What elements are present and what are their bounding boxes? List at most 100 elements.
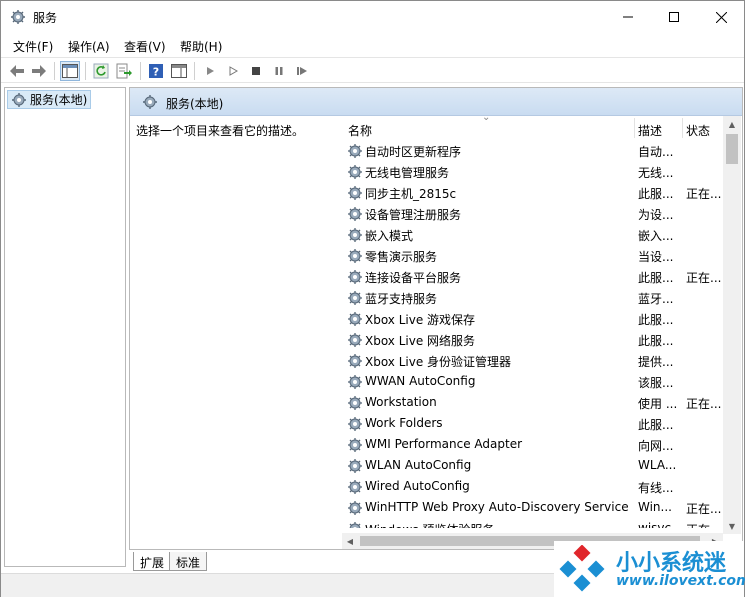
stop-service-button[interactable] xyxy=(246,61,266,81)
service-row[interactable]: Work Folders 此服... xyxy=(342,413,724,434)
services-window: 服务 文件(F) 操作(A) 查看(V) 帮助(H) ? 服务(本地) 服务(本… xyxy=(0,0,745,597)
watermark: 小小系统迷 www.ilovext.com xyxy=(554,541,745,597)
service-row[interactable]: WLAN AutoConfig WLA... xyxy=(342,455,724,476)
tree-item-services-local[interactable]: 服务(本地) xyxy=(7,90,91,109)
vertical-scroll-thumb[interactable] xyxy=(726,134,738,164)
service-row[interactable]: Xbox Live 游戏保存 此服... xyxy=(342,308,724,329)
export-list-button[interactable] xyxy=(114,61,134,81)
service-status: 正在... xyxy=(686,502,722,516)
scroll-up-icon[interactable]: ▲ xyxy=(723,116,741,132)
service-description: 此服... xyxy=(638,334,674,348)
service-row[interactable]: Xbox Live 网络服务 此服... xyxy=(342,329,724,350)
menu-view[interactable]: 查看(V) xyxy=(124,38,166,55)
service-name: Xbox Live 游戏保存 xyxy=(365,313,476,327)
refresh-button[interactable] xyxy=(91,61,111,81)
column-header-name[interactable]: 名称 xyxy=(348,122,372,139)
back-button[interactable] xyxy=(7,61,27,81)
console-tree-icon xyxy=(62,64,78,78)
service-name: 零售演示服务 xyxy=(365,250,438,264)
properties-view-button[interactable] xyxy=(169,61,189,81)
service-row[interactable]: WMI Performance Adapter 向网... xyxy=(342,434,724,455)
start-service-button[interactable] xyxy=(200,61,220,81)
service-row[interactable]: 蓝牙支持服务 蓝牙... xyxy=(342,287,724,308)
play-icon xyxy=(207,67,214,75)
forward-button[interactable] xyxy=(29,61,49,81)
menu-action[interactable]: 操作(A) xyxy=(68,38,110,55)
minimize-button[interactable] xyxy=(605,1,651,33)
toolbar-separator xyxy=(140,62,141,80)
tab-extended[interactable]: 扩展 xyxy=(133,552,172,571)
vertical-scrollbar[interactable]: ▲ ▼ xyxy=(723,116,741,534)
menu-help[interactable]: 帮助(H) xyxy=(180,38,222,55)
tab-standard[interactable]: 标准 xyxy=(169,552,208,571)
service-description: 向网... xyxy=(638,439,674,453)
gear-icon xyxy=(11,10,25,24)
service-row[interactable]: WWAN AutoConfig 该服... xyxy=(342,371,724,392)
svg-text:?: ? xyxy=(153,66,159,79)
arrow-left-icon xyxy=(10,65,24,77)
services-list: 自动时区更新程序 自动... 无线电管理服务 无线... 同步主机_2815c 此服...… xyxy=(342,140,724,528)
sort-arrow-icon: ⌄ xyxy=(482,112,491,123)
close-button[interactable] xyxy=(698,1,744,33)
service-description: 此服... xyxy=(638,187,674,201)
service-row[interactable]: 设备管理注册服务 为设... xyxy=(342,203,724,224)
show-hide-tree-button[interactable] xyxy=(60,61,80,81)
service-name: WLAN AutoConfig xyxy=(365,458,472,472)
column-separator[interactable] xyxy=(634,118,635,138)
service-row[interactable]: 自动时区更新程序 自动... xyxy=(342,140,724,161)
service-gear-icon xyxy=(348,186,362,200)
help-button[interactable]: ? xyxy=(146,61,166,81)
scroll-down-icon[interactable]: ▼ xyxy=(723,518,741,534)
window-title: 服务 xyxy=(33,11,58,25)
service-row[interactable]: Windows 预览体验服务 wisvc 正在... xyxy=(342,518,724,528)
service-name: Work Folders xyxy=(365,416,443,430)
service-row[interactable]: WinHTTP Web Proxy Auto-Discovery Service… xyxy=(342,497,724,518)
list-header: ⌄ 名称 描述 状态 xyxy=(342,112,742,140)
service-name: WMI Performance Adapter xyxy=(365,437,523,451)
arrow-right-icon xyxy=(32,65,46,77)
service-name: 设备管理注册服务 xyxy=(365,208,462,222)
pause-service-button[interactable] xyxy=(269,61,289,81)
refresh-icon xyxy=(93,63,109,79)
column-separator[interactable] xyxy=(682,118,683,138)
service-status: 正在... xyxy=(686,187,722,201)
service-row[interactable]: Xbox Live 身份验证管理器 提供... xyxy=(342,350,724,371)
close-icon xyxy=(715,11,727,23)
start-service-alt-button[interactable] xyxy=(223,61,243,81)
service-gear-icon xyxy=(348,480,362,494)
column-header-description[interactable]: 描述 xyxy=(638,122,662,139)
service-description: 为设... xyxy=(638,208,674,222)
service-status: 正在... xyxy=(686,271,722,285)
service-row[interactable]: 无线电管理服务 无线... xyxy=(342,161,724,182)
service-row[interactable]: 同步主机_2815c 此服... 正在... xyxy=(342,182,724,203)
services-pane: 服务(本地) 选择一个项目来查看它的描述。 ⌄ 名称 描述 状态 自动时区更新程… xyxy=(129,87,743,550)
service-row[interactable]: Wired AutoConfig 有线... xyxy=(342,476,724,497)
service-row[interactable]: 嵌入模式 嵌入... xyxy=(342,224,724,245)
service-row[interactable]: 连接设备平台服务 此服... 正在... xyxy=(342,266,724,287)
column-header-status[interactable]: 状态 xyxy=(686,122,710,139)
maximize-icon xyxy=(669,12,679,22)
tree-item-label: 服务(本地) xyxy=(30,93,88,107)
service-description: Win... xyxy=(638,500,672,514)
service-gear-icon xyxy=(348,228,362,242)
service-name: Xbox Live 身份验证管理器 xyxy=(365,355,512,369)
menu-file[interactable]: 文件(F) xyxy=(13,38,53,55)
restart-service-button[interactable] xyxy=(292,61,312,81)
toolbar: ? xyxy=(1,57,744,83)
service-gear-icon xyxy=(348,249,362,263)
service-gear-icon xyxy=(348,375,362,389)
pane-header: 服务(本地) xyxy=(130,88,742,116)
service-row[interactable]: 零售演示服务 当设... xyxy=(342,245,724,266)
service-gear-icon xyxy=(348,438,362,452)
service-status: 正在... xyxy=(686,521,724,528)
toolbar-separator xyxy=(85,62,86,80)
maximize-button[interactable] xyxy=(651,1,697,33)
service-description: WLA... xyxy=(638,458,677,472)
service-gear-icon xyxy=(348,354,362,368)
title-bar[interactable]: 服务 xyxy=(1,1,744,33)
scroll-left-icon[interactable]: ◀ xyxy=(342,533,358,549)
service-name: Workstation xyxy=(365,395,437,409)
pane-header-title: 服务(本地) xyxy=(166,97,224,111)
service-name: WinHTTP Web Proxy Auto-Discovery Service xyxy=(365,500,629,514)
service-row[interactable]: Workstation 使用 ... 正在... xyxy=(342,392,724,413)
